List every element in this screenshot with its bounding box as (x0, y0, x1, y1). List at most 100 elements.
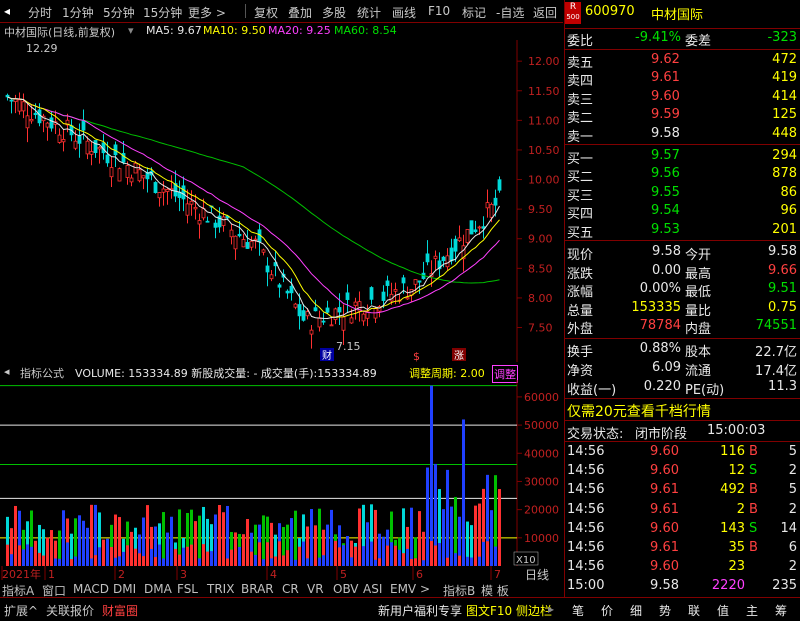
panel-switch-1[interactable]: 价 (601, 602, 613, 619)
toolbar-item-zixuan[interactable]: -自选 (496, 4, 524, 21)
volume-sub-bar (82, 542, 85, 566)
toolbar-item-more[interactable]: 更多 > (188, 4, 226, 21)
new-user-promo[interactable]: 新用户福利专享 (378, 602, 462, 619)
toolbar-item-fenshi[interactable]: 分时 (28, 4, 52, 21)
panel-switch-4[interactable]: 联 (688, 602, 700, 619)
toolbar-item-1min[interactable]: 1分钟 (62, 4, 94, 21)
tick-side: B (749, 444, 758, 459)
volume-bar (462, 419, 465, 566)
volume-sub-bar (222, 551, 225, 566)
volume-unit: X10 (516, 555, 536, 566)
volume-sub-bar (306, 558, 309, 566)
candle-body (453, 238, 458, 252)
panel-switch-2[interactable]: 细 (630, 602, 642, 619)
expand-button[interactable]: 扩展^ (4, 602, 38, 619)
panel-switch-0[interactable]: 笔 (572, 602, 584, 619)
stat2-value: 0.88% (639, 341, 681, 356)
volume-chart[interactable]: 60000 50000 40000 30000 20000 10000 X10 (0, 380, 563, 566)
volume-sub-bar (26, 544, 29, 566)
vol-axis-label: 50000 (524, 419, 559, 432)
volume-sub-bar (354, 546, 357, 566)
dividend-badge[interactable]: $ (413, 350, 420, 362)
bid-volume: 96 (780, 203, 797, 219)
period-label[interactable]: 日线 (525, 568, 549, 581)
volume-bar (410, 507, 413, 566)
price-axis-label: 12.00 (528, 55, 560, 68)
bid-price: 9.53 (651, 221, 680, 237)
tab-obv[interactable]: OBV (333, 582, 359, 596)
candle-body (301, 310, 306, 321)
tick-time: 15:00 (567, 578, 605, 594)
volume-sub-bar (30, 546, 33, 566)
candle-body (457, 237, 462, 242)
volume-sub-bar (74, 556, 77, 566)
candle-body (325, 307, 330, 313)
stat-value-2: 9.66 (768, 262, 797, 278)
sidebar-toggle[interactable]: 侧边栏 (516, 602, 552, 619)
tick-count: 5 (788, 444, 797, 459)
toolbar-item-back[interactable]: 返回 (533, 4, 557, 21)
toolbar-item-15min[interactable]: 15分钟 (143, 4, 182, 21)
panel-switch-7[interactable]: 筹 (775, 602, 787, 619)
price-chart[interactable]: 12.00 11.50 11.00 10.50 10.00 9.50 9.00 8.50 8.0… (0, 40, 563, 362)
toolbar-item-biaoji[interactable]: 标记 (462, 4, 486, 21)
candle-body (201, 208, 206, 219)
bid-label: 买三 (567, 188, 594, 204)
panel-switch-6[interactable]: 主 (746, 602, 758, 619)
tick-volume: 23 (728, 559, 745, 575)
vol-collapse-icon[interactable]: ◂ (4, 365, 10, 378)
tab-vr[interactable]: VR (307, 582, 324, 596)
panel-switch-3[interactable]: 势 (659, 602, 671, 619)
toolbar-item-fuquan[interactable]: 复权 (254, 4, 278, 21)
tuwen-f10[interactable]: 图文F10 (466, 602, 512, 619)
candle-body (361, 313, 366, 322)
volume-sub-bar (414, 558, 417, 566)
tab-macd[interactable]: MACD (73, 582, 109, 596)
tab-more[interactable]: > (420, 582, 430, 596)
volume-sub-bar (170, 556, 173, 566)
toolbar-item-huaxian[interactable]: 画线 (392, 4, 416, 21)
toolbar-item-duogu[interactable]: 多股 (322, 4, 346, 21)
dropdown-icon[interactable]: ▾ (128, 24, 134, 37)
related-quote-button[interactable]: 关联报价 (46, 602, 94, 619)
toolbar-item-tongji[interactable]: 统计 (357, 4, 381, 21)
bid-price: 9.55 (651, 184, 680, 200)
tab-emv[interactable]: EMV (390, 582, 416, 596)
tab-dma[interactable]: DMA (144, 582, 172, 596)
tab-dmi[interactable]: DMI (113, 582, 136, 596)
volume-sub-bar (342, 545, 345, 566)
candle-body (341, 316, 346, 331)
tab-cr[interactable]: CR (282, 582, 299, 596)
volume-sub-bar (234, 545, 237, 566)
bid-price: 9.56 (651, 166, 680, 182)
stat-value: 0.00 (652, 262, 681, 278)
volume-sub-bar (454, 553, 457, 566)
panel-switch-5[interactable]: 值 (717, 602, 729, 619)
volume-sub-bar (34, 540, 37, 566)
tab-brar[interactable]: BRAR (241, 582, 274, 596)
weibi-label: 委比 (567, 34, 594, 49)
promo-link[interactable]: 仅需20元查看千档行情 (567, 401, 711, 421)
candle-body (417, 280, 422, 283)
collapse-icon[interactable]: ◂ (4, 4, 10, 18)
toolbar-item-5min[interactable]: 5分钟 (103, 4, 135, 21)
volume-sub-bar (462, 548, 465, 566)
toolbar-item-diejia[interactable]: 叠加 (288, 4, 312, 21)
tab-trix[interactable]: TRIX (207, 582, 234, 596)
tick-time: 14:56 (567, 520, 605, 536)
volume-bar (214, 514, 217, 566)
tab-fsl[interactable]: FSL (177, 582, 198, 596)
tick-volume: 2220 (711, 578, 745, 594)
candle-body (497, 179, 502, 191)
candle-body (269, 274, 274, 280)
vol-indicator-prefix[interactable]: 指标公式 (20, 365, 64, 381)
wealth-circle-button[interactable]: 财富圈 (102, 602, 138, 619)
candle-body (401, 277, 406, 284)
scroll-arrow-icon[interactable]: ▸ (548, 602, 554, 616)
candle-body (329, 324, 334, 327)
volume-sub-bar (150, 548, 153, 566)
candle-body (97, 146, 102, 150)
toolbar-item-f10[interactable]: F10 (428, 4, 450, 18)
tab-asi[interactable]: ASI (363, 582, 382, 596)
volume-sub-bar (250, 551, 253, 566)
